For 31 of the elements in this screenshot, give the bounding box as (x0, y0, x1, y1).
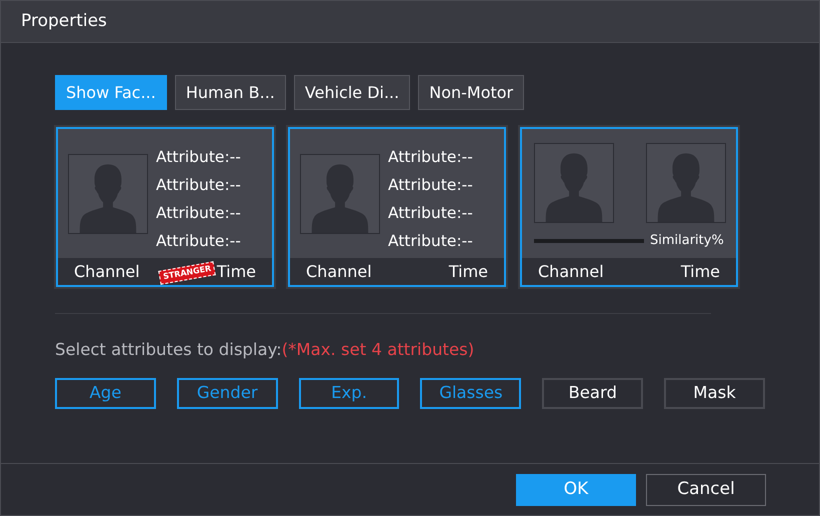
attribute-toggle[interactable]: Age (55, 378, 156, 409)
attribute-text: Attribute:-- (156, 202, 241, 224)
time-label: Time (680, 260, 720, 282)
attribute-toggle[interactable]: Glasses (420, 378, 522, 409)
tab[interactable]: Non-Motor (418, 75, 524, 110)
face-placeholder-icon (300, 154, 380, 234)
tab[interactable]: Human B... (174, 75, 286, 110)
attribute-text: Attribute:-- (388, 146, 473, 168)
face-placeholder-icon (534, 143, 614, 223)
face-placeholder-icon (68, 154, 148, 234)
cancel-button[interactable]: Cancel (646, 474, 766, 506)
attribute-prompt: Select attributes to display:(*Max. set 4 attributes) (55, 339, 476, 361)
time-label: Time (448, 260, 488, 282)
channel-label: Channel (538, 260, 604, 282)
channel-label: Channel (306, 260, 372, 282)
attribute-text: Attribute:-- (388, 230, 473, 252)
tab[interactable]: Vehicle Di... (294, 75, 410, 110)
attribute-text: Attribute:-- (156, 230, 241, 252)
attribute-toggle[interactable]: Beard (542, 378, 644, 409)
face-placeholder-icon (646, 143, 726, 223)
similarity-label: Similarity% (650, 232, 724, 250)
attribute-text: Attribute:-- (156, 174, 241, 196)
attribute-text: Attribute:-- (388, 202, 473, 224)
channel-label: Channel (74, 260, 140, 282)
window-title: Properties (21, 10, 107, 33)
attribute-text: Attribute:-- (388, 174, 473, 196)
attribute-toggle[interactable]: Exp. (298, 378, 400, 409)
attribute-toggle[interactable]: Mask (664, 378, 765, 409)
attribute-text: Attribute:-- (156, 146, 241, 168)
attribute-toggle[interactable]: Gender (176, 378, 278, 409)
time-label: Time (216, 260, 256, 282)
